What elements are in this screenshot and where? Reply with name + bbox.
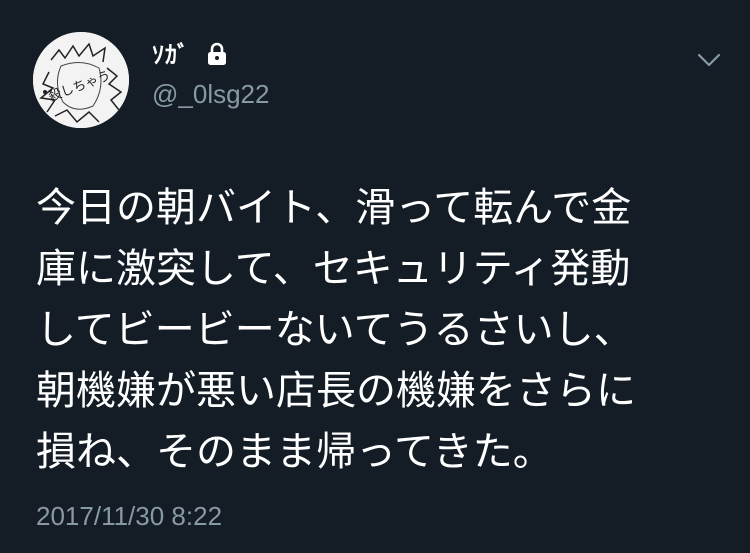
lock-icon [208,42,226,65]
tweet-text-line: 朝機嫌が悪い店長の機嫌をさらに [36,368,636,414]
tweet-text: 今日の朝バイト、滑って転んで金 庫に激突して、セキュリティ発動 してビービーない… [36,178,726,483]
avatar-sketch-icon: 殺しちゃう [33,32,129,128]
tweet: 殺しちゃう ｿｶﾞ @_0lsg22 今日の朝バイト、滑って転んで金 庫に激突し… [0,0,750,553]
tweet-text-line: 損ね、そのまま帰ってきた。 [36,429,553,475]
timestamp[interactable]: 2017/11/30 8:22 [36,500,222,532]
username[interactable]: @_0lsg22 [152,78,269,110]
tweet-text-line: してビービーないてうるさいし、 [36,307,634,353]
avatar[interactable]: 殺しちゃう [33,32,129,128]
tweet-text-line: 今日の朝バイト、滑って転んで金 [36,185,632,231]
chevron-down-icon[interactable] [697,52,721,68]
tweet-text-line: 庫に激突して、セキュリティ発動 [36,246,631,292]
display-name[interactable]: ｿｶﾞ [152,40,190,70]
